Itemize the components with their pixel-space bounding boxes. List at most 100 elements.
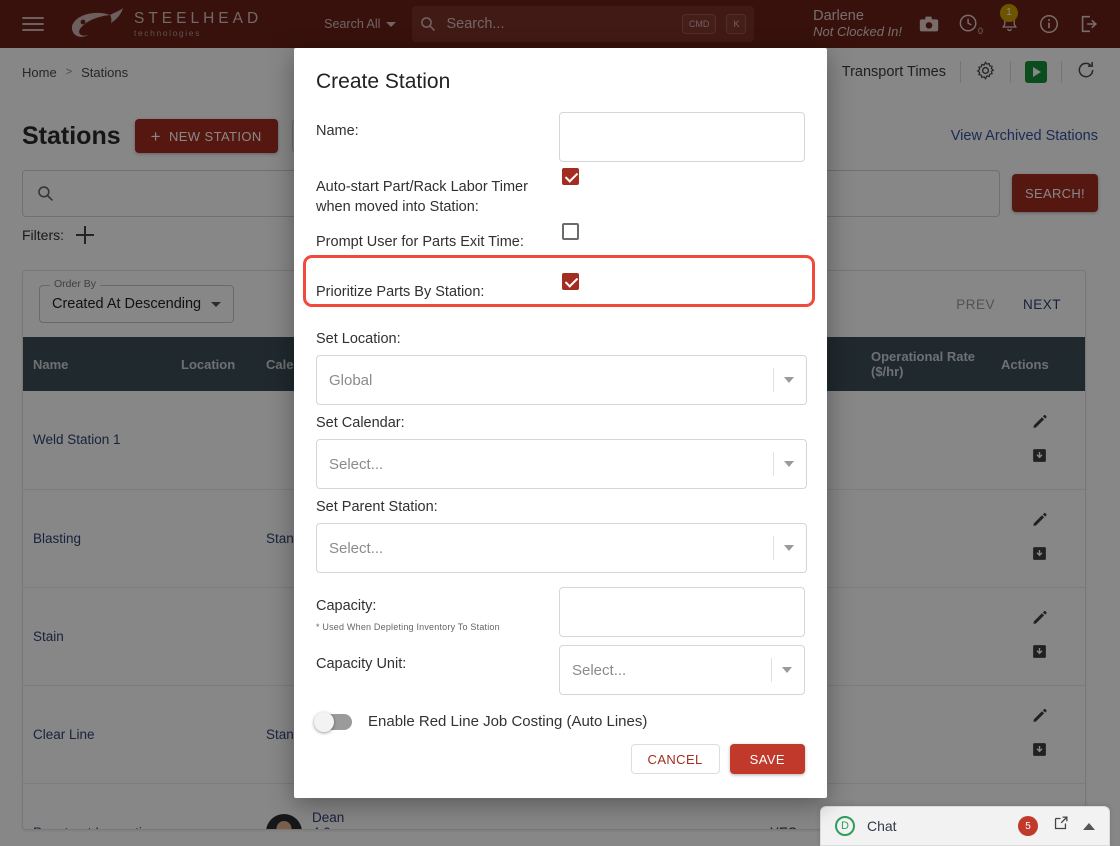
column-actions: Actions	[991, 337, 1085, 391]
clock-icon[interactable]: 0	[956, 11, 983, 37]
cell-name[interactable]: Penetrant Inspection	[23, 783, 171, 829]
breadcrumb-stations[interactable]: Stations	[81, 65, 128, 80]
new-station-label: NEW STATION	[168, 128, 262, 144]
brand-name: STEELHEAD	[134, 9, 263, 27]
cell-rate	[861, 489, 991, 588]
autostart-label: Auto-start Part/Rack Labor Timer when mo…	[316, 179, 528, 215]
cell-location	[171, 783, 256, 829]
divider	[771, 658, 772, 683]
search-scope-select[interactable]: Search All	[324, 17, 397, 31]
info-icon[interactable]	[1036, 11, 1062, 37]
app-header: STEELHEAD technologies Search All Search…	[0, 0, 1120, 48]
cancel-button[interactable]: CANCEL	[630, 744, 720, 774]
global-search[interactable]: Search... CMD K	[412, 6, 755, 42]
cell-location	[171, 685, 256, 784]
pencil-icon[interactable]	[1031, 413, 1048, 433]
field-capacity: Capacity: * Used When Depleting Inventor…	[316, 587, 805, 638]
cell-location	[171, 391, 256, 490]
field-name: Name:	[316, 112, 805, 162]
prev-page-button[interactable]: PREV	[956, 297, 995, 312]
divider	[960, 61, 961, 83]
operational-rate-line1: Operational Rate	[871, 349, 976, 364]
create-station-dialog: Create Station Name: Auto-start Part/Rac…	[294, 48, 827, 798]
user-info[interactable]: Darlene Not Clocked In!	[813, 8, 902, 40]
prioritize-label: Prioritize Parts By Station:	[316, 284, 485, 301]
column-name[interactable]: Name	[23, 337, 171, 391]
cell-name[interactable]: Clear Line	[23, 685, 171, 784]
field-autostart: Auto-start Part/Rack Labor Timer when mo…	[316, 168, 805, 217]
camera-icon[interactable]	[916, 11, 942, 37]
hamburger-icon[interactable]	[22, 11, 48, 37]
search-icon	[421, 17, 436, 32]
transport-times-label[interactable]: Transport Times	[842, 64, 946, 80]
breadcrumb-separator: >	[65, 66, 73, 78]
kbd-cmd: CMD	[681, 14, 717, 34]
view-archived-stations-link[interactable]: View Archived Stations	[951, 128, 1098, 144]
order-by-value: Created At Descending	[52, 296, 202, 312]
pencil-icon[interactable]	[1031, 609, 1048, 629]
user-clock-status: Not Clocked In!	[813, 23, 902, 39]
breadcrumb: Home > Stations	[22, 65, 128, 80]
capacity-unit-select[interactable]: Select...	[559, 645, 805, 696]
play-icon[interactable]	[1025, 61, 1047, 83]
cell-name[interactable]: Stain	[23, 587, 171, 686]
prompt-exit-checkbox[interactable]	[562, 223, 579, 241]
page-title: Stations	[22, 121, 121, 150]
field-capacity-unit: Capacity Unit: Select...	[316, 645, 805, 696]
set-location-select[interactable]: Global	[316, 355, 807, 406]
column-operational-rate[interactable]: Operational Rate ($/hr)	[861, 337, 991, 391]
new-station-button[interactable]: + NEW STATION	[134, 119, 278, 153]
filters-row: Filters:	[22, 226, 94, 244]
set-parent-select[interactable]: Select...	[316, 523, 807, 574]
capacity-input[interactable]	[559, 587, 805, 638]
name-input[interactable]	[559, 112, 805, 162]
operational-rate-line2: ($/hr)	[871, 364, 904, 379]
divider	[773, 536, 774, 561]
set-location-value: Global	[329, 371, 373, 389]
notification-badge: 1	[1000, 3, 1018, 22]
gear-icon[interactable]	[975, 60, 996, 85]
archive-icon[interactable]	[1031, 741, 1048, 761]
set-parent-label: Set Parent Station:	[316, 499, 438, 516]
archive-icon[interactable]	[1031, 447, 1048, 467]
add-filter-icon[interactable]	[76, 226, 94, 244]
set-calendar-value: Select...	[329, 455, 384, 473]
avatar	[266, 814, 302, 829]
archive-icon[interactable]	[1031, 643, 1048, 663]
search-icon	[38, 185, 53, 201]
kbd-k: K	[726, 14, 747, 34]
chevron-down-icon	[784, 545, 794, 552]
logout-icon[interactable]	[1076, 11, 1102, 37]
redline-label: Enable Red Line Job Costing (Auto Lines)	[368, 713, 648, 731]
bell-icon[interactable]: 1	[996, 3, 1022, 37]
dialog-actions: CANCEL SAVE	[630, 744, 805, 774]
pencil-icon[interactable]	[1031, 511, 1048, 531]
archive-icon[interactable]	[1031, 545, 1048, 565]
save-button[interactable]: SAVE	[729, 744, 805, 774]
external-link-icon[interactable]	[1052, 815, 1069, 837]
divider	[1010, 61, 1011, 83]
order-by-select[interactable]: Order By Created At Descending	[39, 278, 235, 323]
breadcrumb-home[interactable]: Home	[22, 65, 57, 80]
cell-name[interactable]: Blasting	[23, 489, 171, 588]
cell-rate	[861, 685, 991, 784]
column-location[interactable]: Location	[171, 337, 256, 391]
brand-subtitle: technologies	[134, 28, 201, 38]
filters-label: Filters:	[22, 227, 64, 243]
set-location-label: Set Location:	[316, 331, 401, 348]
cell-name[interactable]: Weld Station 1	[23, 391, 171, 490]
autostart-checkbox[interactable]	[562, 168, 579, 185]
search-button[interactable]: SEARCH!	[1012, 174, 1098, 212]
redline-toggle[interactable]	[314, 711, 352, 732]
prioritize-checkbox[interactable]	[562, 273, 579, 291]
pencil-icon[interactable]	[1031, 707, 1048, 727]
chat-widget[interactable]: D Chat 5	[820, 806, 1110, 846]
plus-icon: +	[150, 126, 161, 146]
cell-location	[171, 587, 256, 686]
chevron-up-icon[interactable]	[1083, 822, 1095, 830]
refresh-icon[interactable]	[1076, 60, 1096, 84]
cell-rate	[861, 587, 991, 686]
set-calendar-select[interactable]: Select...	[316, 439, 807, 490]
next-page-button[interactable]: NEXT	[1023, 297, 1061, 312]
brand-logo[interactable]: STEELHEAD technologies	[66, 6, 262, 42]
